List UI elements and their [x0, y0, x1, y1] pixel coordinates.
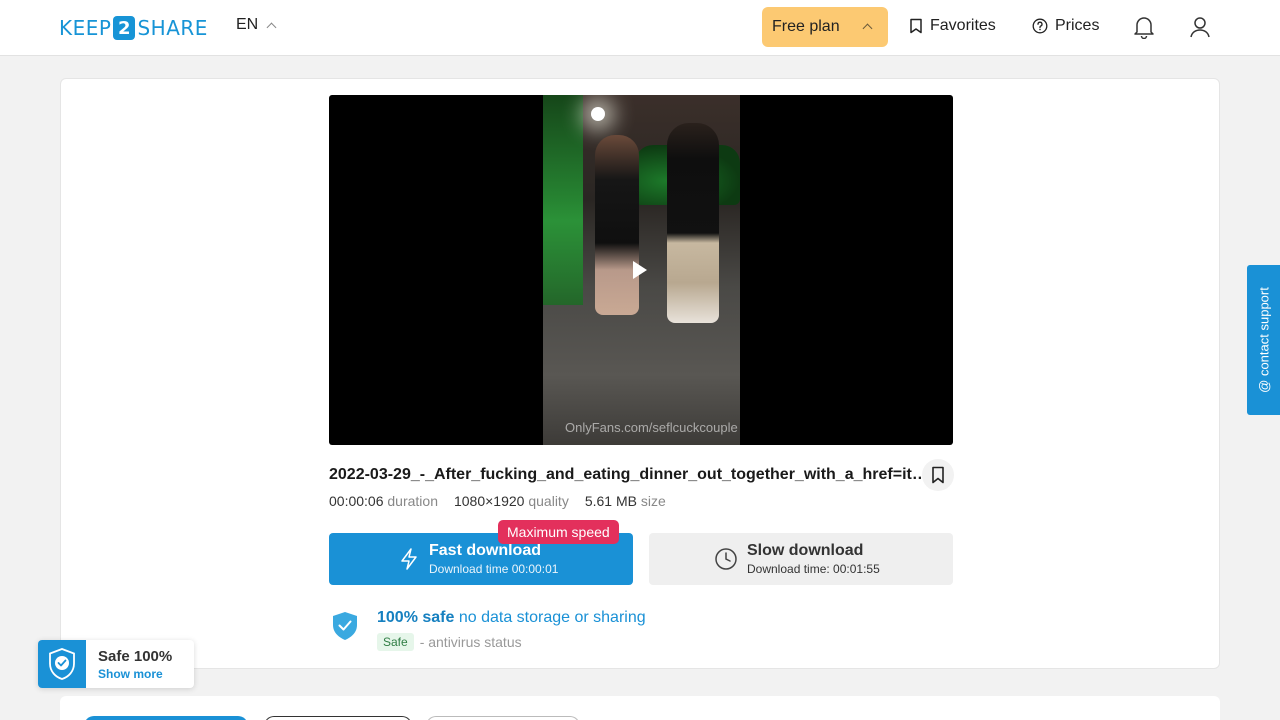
antivirus-status: Safe - antivirus status [377, 633, 522, 651]
video-scene-person-2 [667, 123, 719, 323]
slow-download-time: Download time: 00:01:55 [747, 562, 880, 576]
show-more-link[interactable]: Show more [98, 667, 163, 681]
safety-rest: no data storage or sharing [458, 609, 646, 626]
favorites-link[interactable]: Favorites [909, 17, 996, 35]
file-card: OnlyFans.com/seflcuckcouple 2022-03-29_-… [60, 78, 1220, 669]
size-value: 5.61 MB [584, 493, 637, 509]
quality-label: quality [528, 493, 569, 509]
favorites-label: Favorites [930, 17, 996, 34]
quality: 1080×1920 quality [454, 493, 569, 509]
plan-button[interactable]: Free plan [762, 7, 888, 47]
question-icon [1032, 18, 1048, 34]
video-scene-person-1 [595, 135, 639, 315]
max-speed-badge: Maximum speed [498, 520, 619, 544]
contact-support-tab[interactable]: @ contact support [1247, 265, 1280, 415]
clock-icon [715, 548, 737, 570]
slow-download-title: Slow download [747, 542, 864, 559]
shield-check-icon [49, 648, 75, 680]
quality-value: 1080×1920 [453, 493, 525, 509]
safety-bold: 100% safe [377, 609, 455, 626]
video-scene-light [591, 107, 605, 121]
video-watermark: OnlyFans.com/seflcuckcouple [565, 420, 738, 435]
slow-download-button[interactable]: Slow download Download time: 00:01:55 [649, 533, 953, 585]
prices-link[interactable]: Prices [1032, 17, 1099, 35]
language-selector[interactable]: EN [236, 16, 277, 34]
size-label: size [640, 493, 666, 509]
top-header: KEEP 2 SHARE EN Free plan Favorites Pric… [0, 0, 1280, 56]
logo-text-left: KEEP [59, 16, 112, 40]
video-scene-green [543, 95, 583, 305]
size: 5.61 MB size [585, 493, 666, 509]
video-player[interactable]: OnlyFans.com/seflcuckcouple [329, 95, 953, 445]
safety-statement: 100% safe no data storage or sharing [377, 609, 646, 627]
logo-badge: 2 [113, 16, 136, 40]
bottom-section [60, 696, 1220, 720]
bookmark-icon [910, 18, 922, 34]
language-label: EN [236, 16, 259, 33]
logo[interactable]: KEEP 2 SHARE [59, 14, 208, 42]
chevron-up-icon [266, 22, 277, 33]
antivirus-label: - antivirus status [419, 634, 522, 650]
shield-check-icon [333, 612, 357, 640]
user-icon[interactable] [1189, 15, 1211, 39]
fast-download-time: Download time 00:00:01 [429, 562, 559, 576]
file-name: 2022-03-29_-_After_fucking_and_eating_di… [329, 466, 929, 483]
bookmark-icon [932, 466, 944, 484]
tab-1[interactable] [84, 716, 248, 720]
duration: 00:00:06 duration [329, 493, 438, 509]
play-icon[interactable] [633, 261, 647, 279]
plan-label: Free plan [772, 18, 840, 35]
lightning-icon [401, 548, 417, 570]
antivirus-badge: Safe [377, 633, 414, 651]
file-meta: 00:00:06 duration 1080×1920 quality 5.61… [329, 493, 666, 509]
duration-value: 00:00:06 [329, 493, 384, 509]
safe-widget[interactable]: Safe 100% Show more [38, 640, 194, 688]
safe-widget-icon-box [38, 640, 86, 688]
tab-2[interactable] [264, 716, 412, 720]
fast-download-title: Fast download [429, 542, 541, 559]
add-favorite-button[interactable] [922, 459, 954, 491]
chevron-up-icon [862, 23, 873, 34]
safe-widget-title: Safe 100% [98, 648, 173, 665]
bell-icon[interactable] [1133, 15, 1155, 39]
prices-label: Prices [1055, 17, 1100, 34]
tab-3[interactable] [426, 716, 580, 720]
logo-text-right: SHARE [137, 16, 208, 40]
duration-label: duration [387, 493, 438, 509]
contact-support-label: @ contact support [1256, 287, 1271, 393]
